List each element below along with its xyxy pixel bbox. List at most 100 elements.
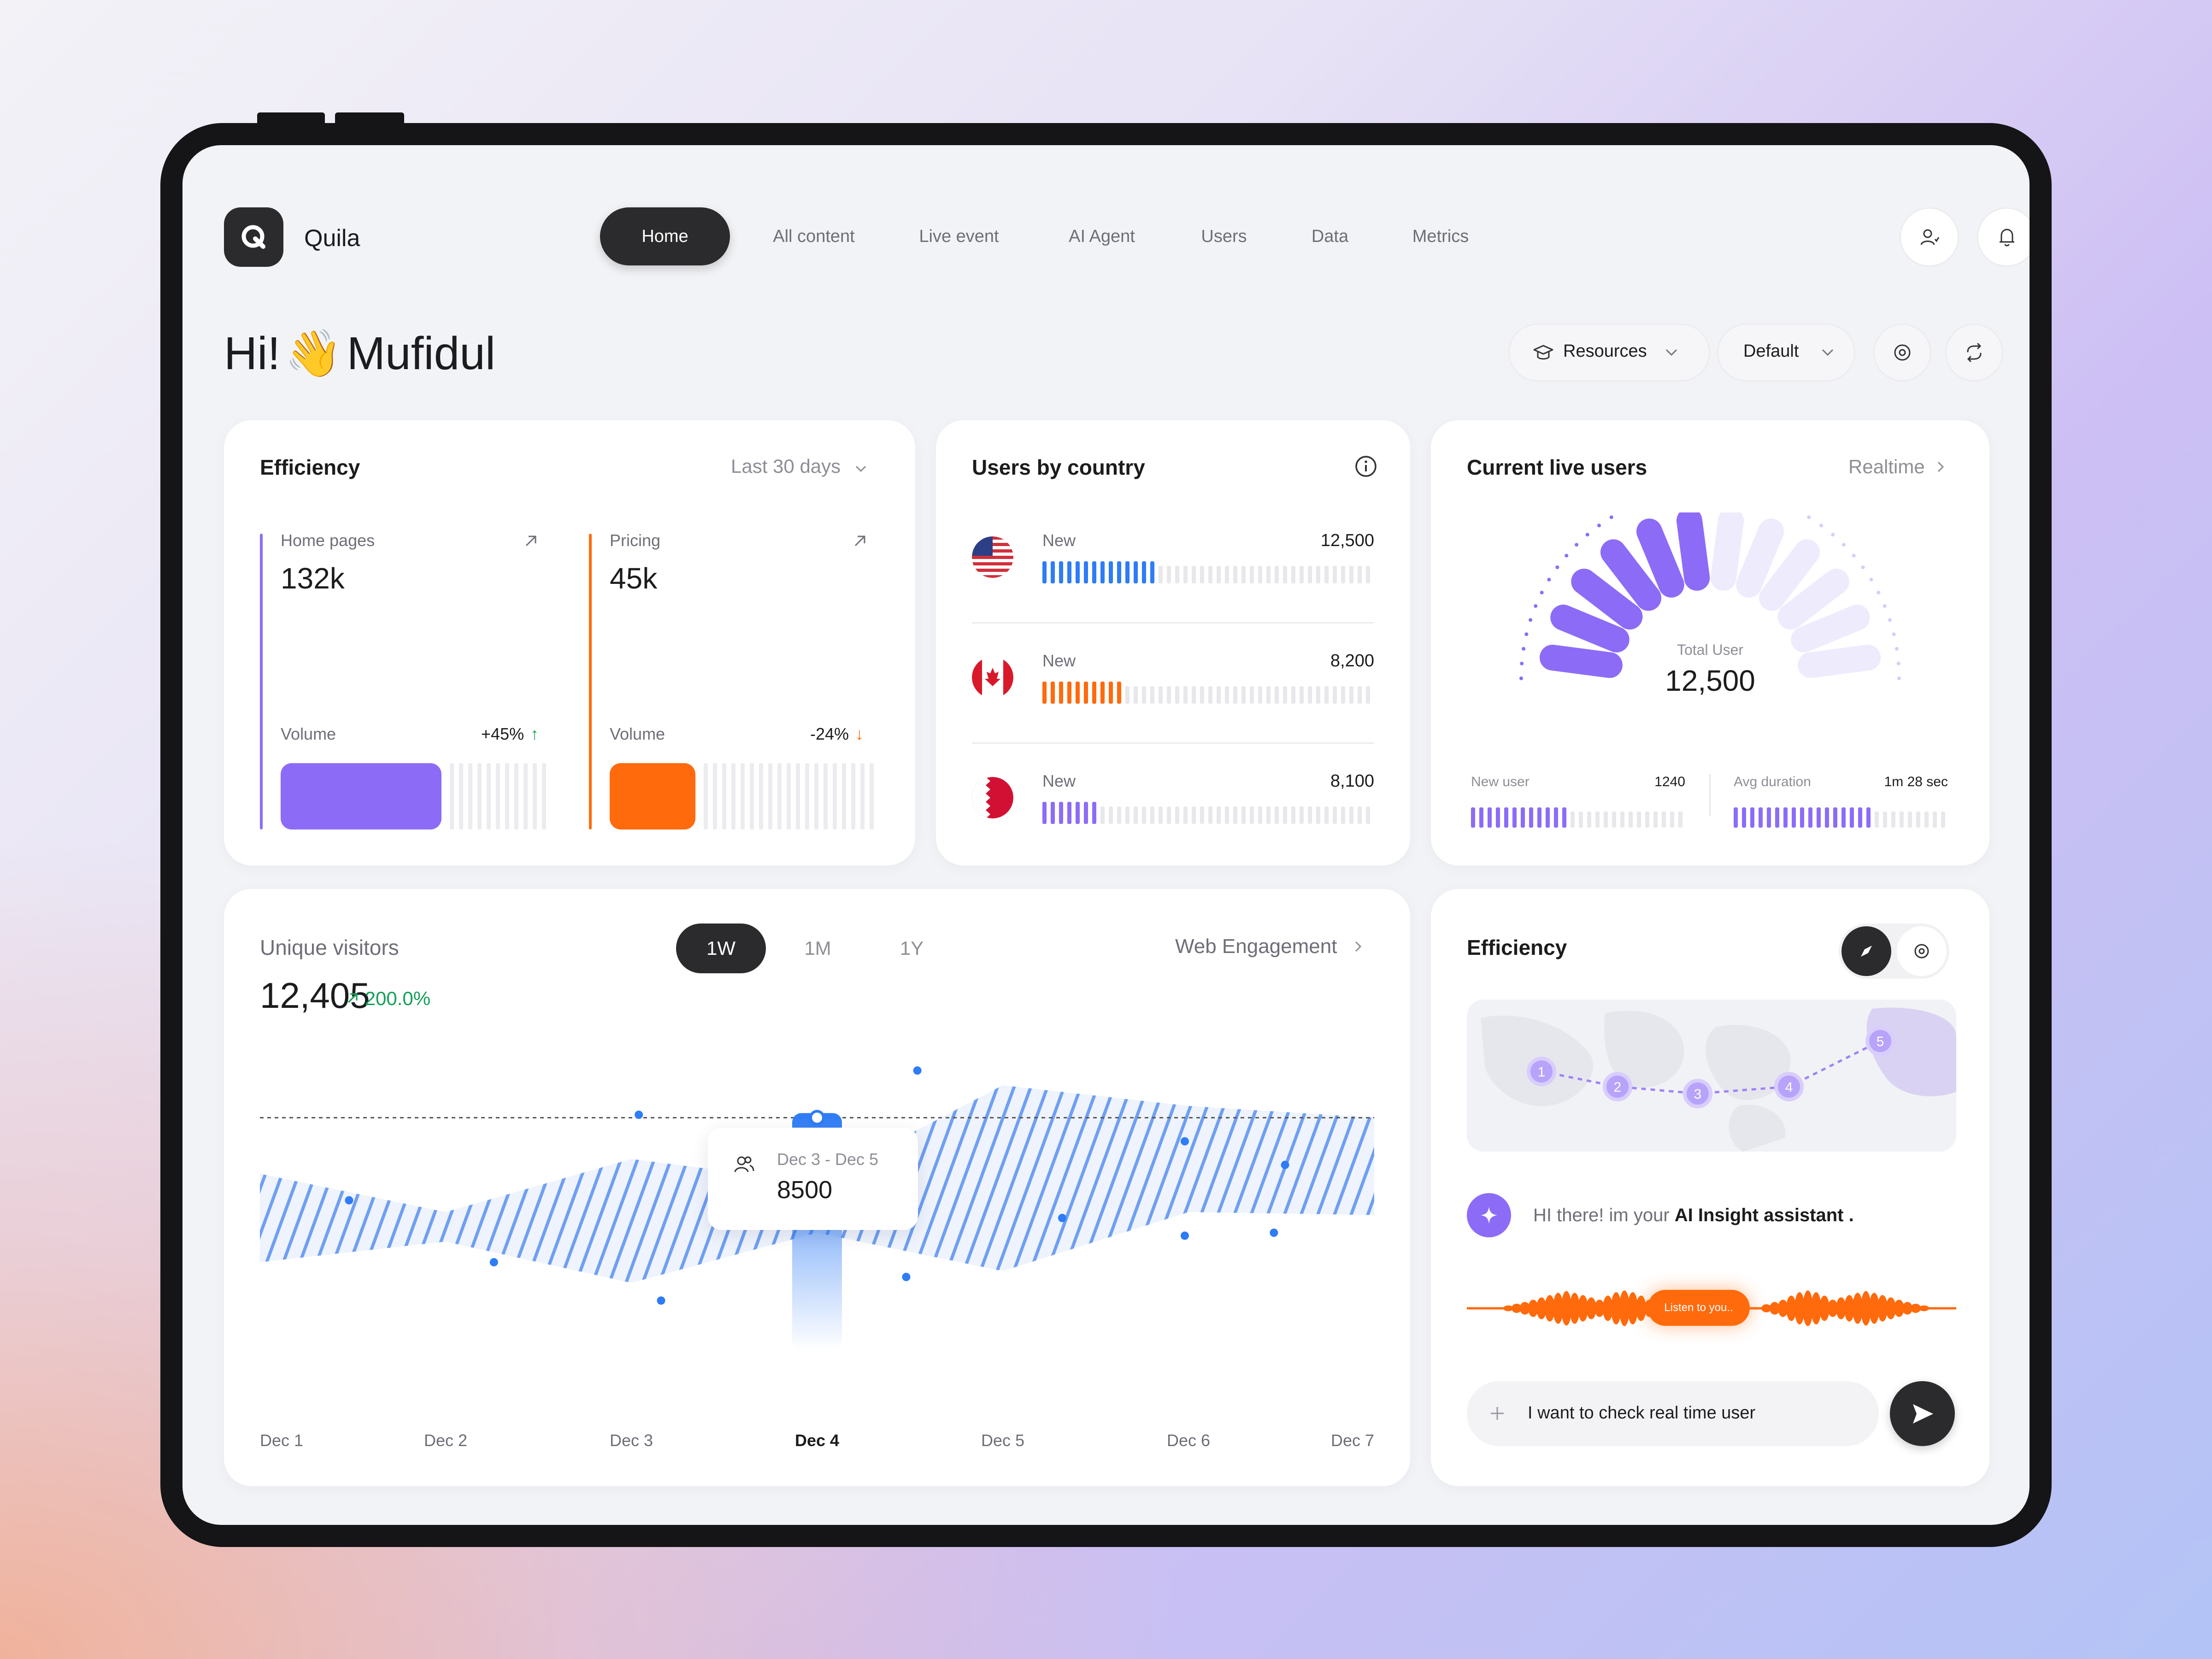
metric-value: 45k: [610, 562, 658, 595]
bar-tick: [1250, 686, 1254, 704]
gauge-tick: [1575, 543, 1579, 547]
resources-dropdown[interactable]: Resources: [1508, 324, 1710, 382]
bar-tick: [1183, 686, 1188, 704]
bar-tick: [1308, 686, 1312, 704]
bar-tick: [1504, 807, 1508, 828]
bar-tick: [1142, 806, 1146, 824]
total-user-value: 12,500: [1665, 664, 1755, 697]
web-engagement-link[interactable]: Web Engagement: [1175, 935, 1362, 958]
bar-tick: [1324, 806, 1329, 824]
bar-tick: [1125, 806, 1130, 824]
track-stripe: [731, 763, 735, 830]
bar-tick: [1084, 802, 1088, 824]
gauge-segment: [1550, 604, 1630, 653]
arrow-up-right-icon: [347, 993, 358, 1003]
gauge-tick: [1883, 604, 1887, 608]
gauge-tick: [1547, 577, 1551, 582]
bar-tick: [1775, 807, 1779, 828]
bar-tick: [1175, 686, 1179, 704]
data-point: [489, 1258, 498, 1266]
bar-tick: [1595, 811, 1600, 828]
data-point: [1058, 1214, 1066, 1222]
bar-tick: [1192, 565, 1196, 583]
track-stripe: [533, 763, 537, 830]
bar-tick: [1479, 807, 1483, 828]
nav-item-ai-agent[interactable]: AI Agent: [1040, 207, 1164, 265]
refresh-icon[interactable]: [1945, 324, 2003, 382]
arrow-up-right-icon[interactable]: [852, 533, 868, 549]
gauge-segment: [1600, 539, 1662, 611]
nav-item-users[interactable]: Users: [1178, 207, 1270, 265]
nav-item-home[interactable]: Home: [600, 207, 730, 265]
chat-input[interactable]: I want to check real time user: [1467, 1381, 1879, 1446]
bar-tick: [1358, 686, 1362, 704]
range-tab-1m[interactable]: 1M: [773, 924, 863, 973]
unique-visitors-card: Unique visitors 12,405 200.0% Web Engage…: [224, 889, 1410, 1486]
arrow-up-right-icon[interactable]: [523, 533, 539, 549]
listen-label: Listen to you..: [1664, 1301, 1733, 1314]
bar-tick: [1316, 686, 1320, 704]
nav-item-live-event[interactable]: Live event: [892, 207, 1026, 265]
gauge-segment: [1710, 512, 1744, 591]
data-point: [1281, 1160, 1289, 1169]
bar-tick: [1546, 807, 1550, 828]
gauge-tick: [1565, 553, 1569, 558]
user-profile-icon[interactable]: [1900, 207, 1959, 267]
resources-label: Resources: [1563, 341, 1647, 361]
gauge-tick: [1888, 618, 1892, 622]
track-stripe: [860, 763, 865, 830]
plus-icon[interactable]: [1489, 1405, 1506, 1422]
bar-tick: [1208, 565, 1212, 583]
x-label: Dec 5: [981, 1431, 1025, 1450]
bar-tick: [1051, 802, 1055, 824]
gauge-tick: [1819, 524, 1823, 528]
users-by-country-card: Users by country New 12,500 New 8,200 New 8,1…: [936, 420, 1410, 865]
bar-tick: [1891, 811, 1895, 828]
nav-item-data[interactable]: Data: [1279, 207, 1381, 265]
bar-tick: [1175, 565, 1179, 583]
bar-tick: [1908, 811, 1912, 828]
bar-tick: [1159, 806, 1163, 824]
period-dropdown[interactable]: Last 30 days: [731, 455, 867, 477]
volume-bar-fill: [610, 763, 695, 830]
settings-icon[interactable]: [1897, 926, 1947, 976]
compass-icon[interactable]: [1841, 926, 1891, 976]
nav-item-metrics[interactable]: Metrics: [1390, 207, 1491, 265]
bar-tick: [1225, 686, 1229, 704]
realtime-link[interactable]: Realtime: [1848, 456, 1945, 478]
x-label: Dec 1: [260, 1431, 304, 1450]
track-stripe: [805, 763, 809, 830]
track-stripe: [459, 763, 463, 830]
bar-tick: [1275, 686, 1279, 704]
bar-tick: [1266, 686, 1271, 704]
gauge-tick: [1524, 632, 1529, 636]
volume-label: Volume: [281, 724, 336, 743]
bell-icon[interactable]: [1977, 207, 2030, 267]
bar-tick: [1100, 682, 1105, 704]
range-tab-1y[interactable]: 1Y: [867, 924, 957, 973]
listen-badge[interactable]: Listen to you..: [1647, 1290, 1750, 1326]
range-tab-1w[interactable]: 1W: [676, 924, 766, 973]
bar-tick: [1059, 561, 1063, 583]
settings-icon[interactable]: [1873, 324, 1931, 382]
bar-tick: [1117, 806, 1121, 824]
route-stop-label: 2: [1614, 1080, 1622, 1095]
efficiency-title: Efficiency: [260, 455, 360, 479]
app-logo-icon[interactable]: [224, 207, 283, 267]
bar-tick: [1333, 806, 1337, 824]
chevron-right-icon: [1355, 941, 1361, 952]
visitors-change-value: 200.0%: [365, 988, 431, 1009]
view-toggle[interactable]: [1839, 924, 1949, 979]
track-stripe: [750, 763, 754, 830]
bar-tick: [1150, 686, 1154, 704]
default-dropdown[interactable]: Default: [1717, 324, 1855, 382]
bar-tick: [1084, 682, 1088, 704]
gauge-tick: [1585, 533, 1589, 537]
send-button[interactable]: [1890, 1381, 1955, 1446]
bar-tick: [1200, 806, 1204, 824]
x-label: Dec 7: [1330, 1431, 1374, 1450]
chart-tooltip: Dec 3 - Dec 5 8500: [708, 1128, 918, 1230]
stat-progress-bar: [1471, 807, 1685, 828]
info-icon[interactable]: [1354, 455, 1377, 478]
nav-item-all-content[interactable]: All content: [749, 207, 878, 265]
